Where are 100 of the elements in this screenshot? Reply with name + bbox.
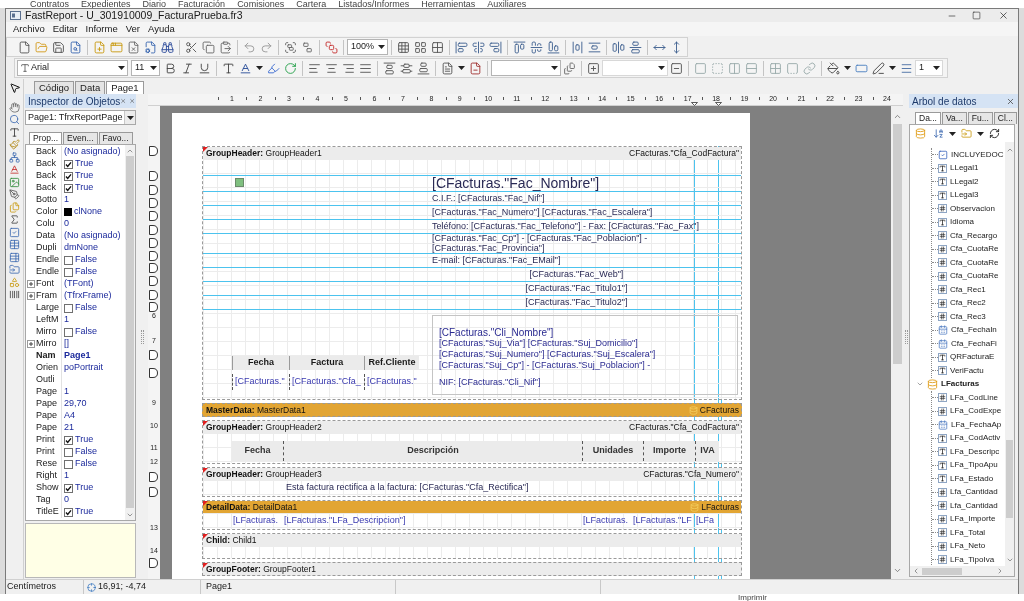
object-dropdown[interactable]: Page1: TfrxReportPage [25, 110, 136, 125]
memo-text[interactable]: [CFacturas." [235, 375, 285, 389]
memo-text[interactable]: [CFacturas."Fac_Titulo1"] [525, 282, 628, 295]
chevron-down-icon[interactable] [1005, 556, 1014, 564]
band-marker-icon[interactable] [149, 302, 158, 312]
property-name[interactable]: Mirro [36, 337, 57, 351]
property-name[interactable]: LeftM [36, 313, 59, 327]
expand-icon[interactable] [27, 292, 35, 300]
tree-item[interactable]: Idioma [950, 216, 974, 229]
justify-icon[interactable] [359, 61, 372, 75]
scroll-thumb[interactable] [1006, 440, 1013, 518]
barcode-icon[interactable] [9, 289, 20, 301]
memo-text[interactable]: [CFacturas."Cfa_ [292, 375, 361, 389]
lines-icon[interactable] [900, 61, 913, 75]
hand-icon[interactable] [9, 101, 20, 113]
pen-line-icon[interactable] [872, 61, 885, 75]
pointer-icon[interactable] [8, 81, 21, 94]
zoom-dropdown[interactable]: 100% [347, 39, 388, 55]
property-name[interactable]: Back [36, 181, 56, 195]
group-icon[interactable] [284, 40, 297, 54]
memo-text[interactable]: [CFacturas."Fac_Cp"] - [CFacturas."Fac_Poblacion"] - [CFacturas."Fac_Provincia"] [432, 234, 694, 253]
property-name[interactable]: Colu [36, 217, 55, 231]
memo-text[interactable]: [LFa [696, 514, 714, 528]
align-middle-icon[interactable] [530, 40, 543, 54]
center-vertical-icon[interactable] [629, 40, 642, 54]
menu-item[interactable]: Facturación [178, 0, 226, 8]
caret-icon[interactable] [977, 131, 984, 136]
font-color-icon[interactable] [239, 61, 252, 75]
report-band[interactable]: GroupHeader: GroupHeader2 CFacturas."Cfa_CodFactura" Fecha Descripción Unidades Importe IVA [202, 420, 742, 464]
caret-icon[interactable] [150, 66, 157, 70]
tree-item[interactable]: VeriFactu [950, 364, 984, 377]
vertical-scrollbar[interactable] [125, 145, 135, 520]
property-name[interactable]: Endle [36, 253, 60, 267]
inspector-tab[interactable]: Prop... [29, 132, 63, 144]
tree-item[interactable]: LLegal1 [950, 162, 979, 175]
property-name[interactable]: Data [36, 229, 55, 243]
tree-item[interactable]: LFa_TipoIva [950, 553, 995, 566]
memo-text[interactable]: E-mail: [CFacturas."Fac_EMail"] [432, 254, 561, 267]
chevron-up-icon[interactable] [1005, 146, 1014, 154]
picture-icon[interactable] [9, 176, 20, 188]
checkbox[interactable] [64, 171, 73, 181]
tree-item[interactable]: Observacion [950, 202, 995, 215]
band-marker-icon[interactable] [149, 263, 158, 273]
memo-text[interactable]: [LFacturas. [583, 514, 629, 528]
band-marker-icon[interactable] [149, 472, 158, 482]
property-name[interactable]: Font [36, 277, 54, 291]
italic-icon[interactable] [181, 61, 194, 75]
expand-icon[interactable] [27, 280, 35, 288]
valign-bottom-icon[interactable] [417, 61, 430, 75]
scroll-thumb[interactable] [922, 567, 962, 575]
checkbox[interactable] [64, 303, 73, 313]
checkbox[interactable] [64, 327, 73, 337]
caret-icon[interactable] [256, 66, 263, 70]
tree-item[interactable]: Cfa_FechaFi [951, 337, 997, 350]
stacked-files-icon[interactable] [563, 61, 576, 75]
checkbox[interactable] [64, 267, 73, 277]
letter-icon[interactable] [9, 164, 20, 176]
file-icon[interactable] [18, 40, 31, 54]
menu-item[interactable]: Herramientas [421, 0, 476, 8]
tree-item[interactable]: LFacturas [941, 378, 980, 391]
tree-item[interactable]: QRFacturaE [950, 351, 995, 364]
tree-item[interactable]: Cfa_CuotaRe [950, 256, 999, 269]
font-size-dropdown[interactable]: 11 [131, 60, 160, 76]
align-center-icon[interactable] [472, 40, 485, 54]
caret-icon[interactable] [378, 45, 385, 49]
zoom-icon[interactable] [9, 114, 20, 126]
property-name[interactable]: Dupli [36, 241, 57, 255]
space-vertical-icon[interactable] [588, 40, 601, 54]
band-marker-icon[interactable] [149, 225, 158, 235]
property-name[interactable]: Back [36, 145, 56, 159]
caret-icon[interactable] [889, 66, 896, 70]
memo-text[interactable]: NIF: [CFacturas."Cli_Nif"] [439, 376, 541, 390]
caret-icon[interactable] [844, 66, 851, 70]
property-name[interactable]: Large [36, 301, 60, 315]
tree-item[interactable]: Cfa_Rec2 [950, 297, 986, 310]
text-tool-icon[interactable] [9, 126, 20, 138]
space-horizontal-icon[interactable] [571, 40, 584, 54]
checkbox[interactable] [64, 435, 73, 445]
inspector-tab[interactable]: Even... [63, 132, 98, 144]
chevron-up-icon[interactable] [126, 147, 134, 155]
tree-tab[interactable]: Da... [915, 112, 941, 124]
paste-icon[interactable] [219, 40, 232, 54]
chevron-up-icon[interactable] [892, 112, 902, 121]
chevron-right-icon[interactable] [996, 567, 1004, 575]
band-marker-icon[interactable] [149, 290, 158, 300]
cross-table-icon[interactable] [9, 251, 20, 263]
menu-item[interactable]: Editar [48, 21, 82, 37]
band-marker-icon[interactable] [149, 350, 158, 360]
memo-text[interactable]: [LFacturas."LF [633, 514, 692, 528]
tree-item[interactable]: Cfa_Rec3 [950, 310, 986, 323]
tree-item[interactable]: LFa_Importe [950, 513, 996, 526]
chevron-left-icon[interactable] [912, 567, 920, 575]
checkbox[interactable] [64, 159, 73, 169]
band-header[interactable]: GroupHeader: GroupHeader3 CFacturas."Cfa_Numero" [203, 468, 741, 480]
text-icon[interactable] [222, 61, 235, 75]
checkbox[interactable] [64, 507, 73, 517]
design-tab[interactable]: Código [34, 81, 75, 94]
band-header[interactable]: GroupHeader: GroupHeader2 CFacturas."Cfa_CodFactura" [203, 421, 741, 433]
table-icon[interactable] [9, 239, 20, 251]
caret-icon[interactable] [658, 66, 665, 70]
